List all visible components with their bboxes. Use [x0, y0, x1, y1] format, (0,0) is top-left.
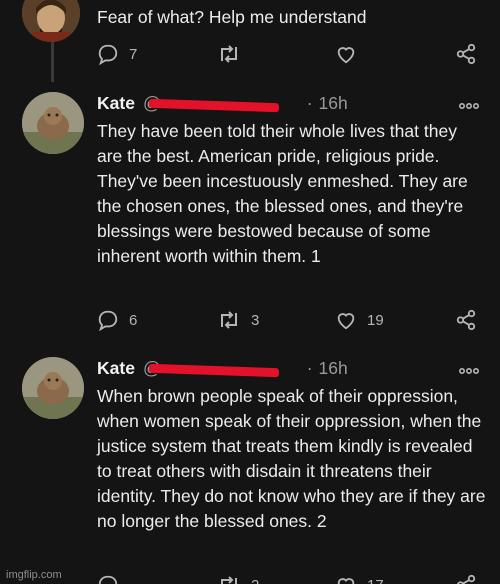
- reply-button[interactable]: 6: [97, 307, 137, 333]
- separator-dot: ·: [306, 92, 313, 113]
- author-name[interactable]: Kate: [97, 93, 135, 114]
- more-icon: [458, 102, 480, 110]
- tweet-text: When brown people speak of their oppress…: [97, 386, 486, 531]
- share-button[interactable]: [455, 41, 477, 67]
- author-handle[interactable]: @: [143, 93, 297, 114]
- share-button[interactable]: [455, 307, 477, 333]
- tweet-actions: 6 3 19: [97, 307, 483, 333]
- reply-count: 7: [129, 45, 138, 63]
- tweet-header: Kate @ · 16h: [97, 356, 348, 380]
- tweet-header: Kate @ · 16h: [97, 91, 348, 115]
- reply-icon: [98, 310, 118, 331]
- tweet-text: Fear of what? Help me understand: [97, 7, 367, 27]
- redaction-mark: [148, 98, 280, 112]
- share-icon: [456, 574, 476, 584]
- reply-count: 6: [129, 311, 138, 329]
- timestamp[interactable]: 16h: [319, 93, 348, 114]
- watermark: imgflip.com: [6, 569, 62, 581]
- reply-button[interactable]: 7: [97, 41, 137, 67]
- tweet-actions: 2 17: [97, 572, 483, 584]
- reply-icon: [98, 575, 118, 584]
- more-button[interactable]: [458, 98, 480, 110]
- like-button[interactable]: 17: [335, 572, 384, 584]
- author-handle[interactable]: @: [143, 358, 297, 379]
- redaction-mark: [148, 363, 280, 377]
- timestamp[interactable]: 16h: [319, 358, 348, 379]
- tweet-text: They have been told their whole lives th…: [97, 121, 468, 266]
- reply-button[interactable]: [97, 572, 119, 584]
- thread-connector: [51, 42, 54, 82]
- more-button[interactable]: [458, 363, 480, 375]
- share-button[interactable]: [455, 572, 477, 584]
- like-icon: [337, 578, 355, 584]
- avatar[interactable]: [22, 92, 84, 154]
- reply-icon: [98, 44, 118, 65]
- like-count: 19: [367, 311, 384, 329]
- like-button[interactable]: 19: [335, 307, 384, 333]
- like-button[interactable]: [335, 41, 357, 67]
- avatar[interactable]: [22, 357, 84, 419]
- share-icon: [456, 43, 476, 65]
- retweet-count: 2: [251, 577, 259, 584]
- avatar[interactable]: [22, 0, 80, 42]
- like-icon: [337, 313, 355, 330]
- author-name[interactable]: Kate: [97, 358, 135, 379]
- retweet-button[interactable]: [217, 41, 241, 67]
- retweet-button[interactable]: 3: [217, 307, 259, 333]
- retweet-count: 3: [251, 311, 260, 329]
- share-icon: [456, 309, 476, 331]
- tweet-actions: 7: [97, 41, 483, 67]
- separator-dot: ·: [306, 357, 313, 378]
- retweet-button[interactable]: 2: [217, 572, 259, 584]
- more-icon: [458, 367, 480, 375]
- retweet-icon: [221, 45, 237, 63]
- like-icon: [337, 47, 355, 64]
- retweet-icon: [221, 576, 237, 584]
- retweet-icon: [221, 311, 237, 329]
- like-count: 17: [367, 577, 384, 584]
